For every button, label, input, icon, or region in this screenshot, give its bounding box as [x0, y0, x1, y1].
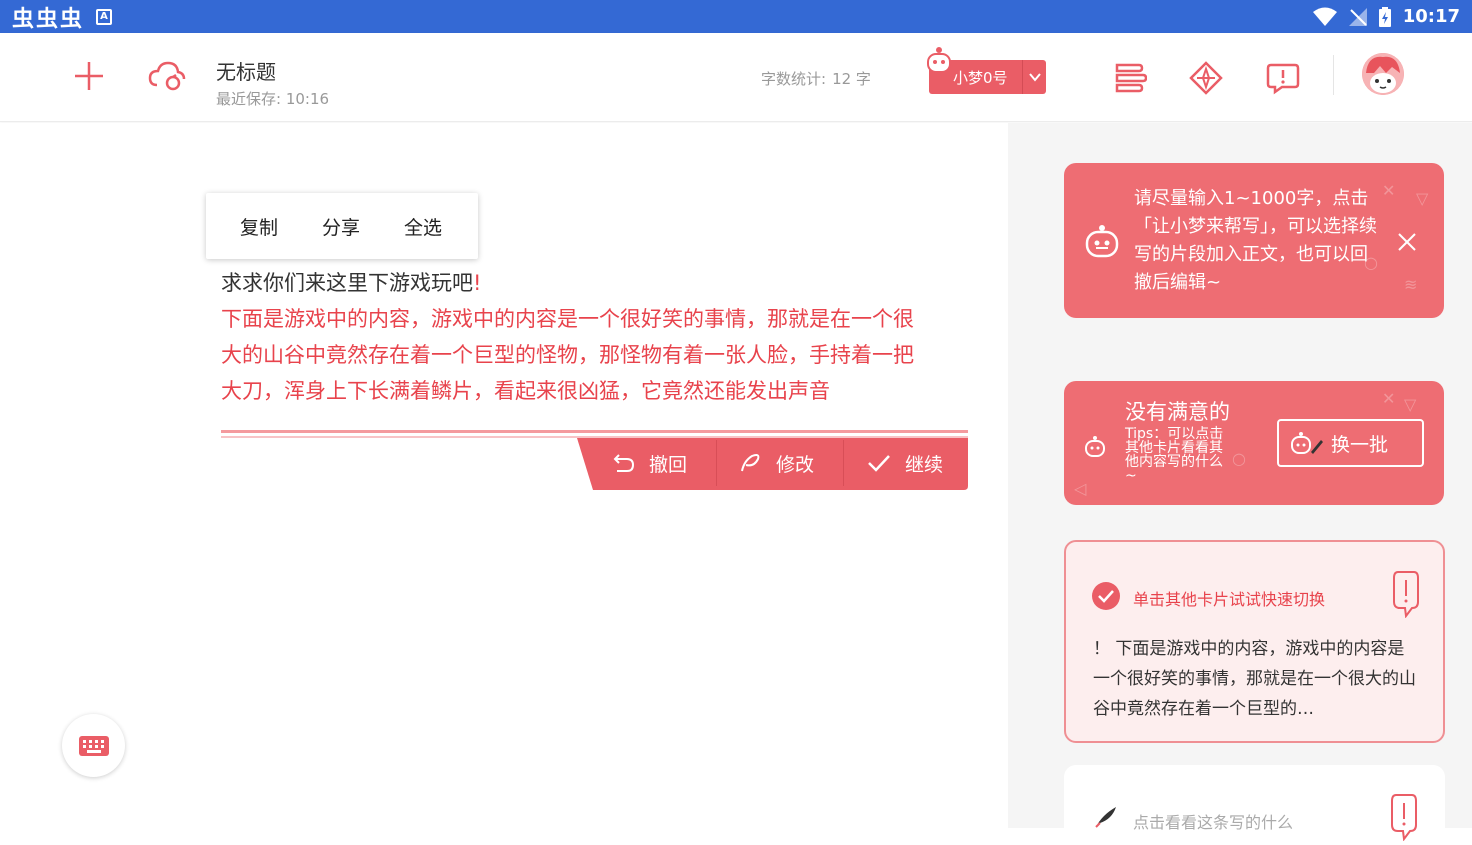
user-text-line[interactable]: 求求你们来这里下游戏玩吧! [221, 265, 961, 301]
usage-tip-card: ✕ ▽ ○ ≋ 请尽量输入1~1000字，点击「让小梦来帮写」，可以选择续写的片… [1064, 163, 1444, 318]
close-icon[interactable] [1396, 231, 1418, 253]
battery-icon [1378, 6, 1391, 27]
generated-line-3[interactable]: 大刀，浑身上下长满着鳞片，看起来很凶猛，它竟然还能发出声音 [221, 373, 961, 409]
list-layout-icon[interactable] [1113, 61, 1147, 95]
text-context-menu: 复制 分享 全选 [206, 193, 478, 259]
continue-label: 继续 [905, 453, 944, 476]
chevron-down-icon[interactable] [1028, 70, 1042, 84]
robot-icon [1085, 225, 1119, 258]
top-toolbar: 无标题 最近保存: 10:16 字数统计: 12 字 小梦0号 [0, 33, 1472, 122]
wifi-icon [1312, 7, 1337, 26]
view-hint: 点击看看这条写的什么 [1133, 813, 1294, 832]
exclaim-bubble-icon[interactable] [1390, 793, 1418, 841]
suggestion-text: ！ 下面是游戏中的内容，游戏中的内容是一个很好笑的事情，那就是在一个很大的山谷中… [1093, 639, 1416, 719]
robot-button-divider [1022, 60, 1023, 94]
sparkle-decoration-icon: ✕ [1382, 181, 1396, 200]
generated-divider [221, 430, 968, 433]
word-count: 字数统计: 12 字 [761, 68, 871, 89]
keyboard-icon [78, 735, 109, 756]
robot-name: 小梦0号 [953, 69, 1008, 87]
word-count-label: 字数统计: [761, 70, 827, 88]
tip-text: 请尽量输入1~1000字，点击「让小梦来帮写」，可以选择续写的片段加入正文，也可… [1134, 188, 1377, 293]
a-notification-icon: A [96, 8, 113, 25]
edit-button[interactable]: 修改 [740, 438, 814, 488]
editor-area: 复制 分享 全选 求求你们来这里下游戏玩吧! 下面是游戏中的内容，游戏中的内容是… [0, 123, 1008, 828]
batch-card-tips: Tips：可以点击其他卡片看看其他内容写的什么~ [1125, 426, 1224, 484]
exclaim-bubble-icon[interactable] [1392, 570, 1420, 618]
status-bar-right: 10:17 [1312, 6, 1460, 27]
check-icon [868, 455, 890, 472]
no-signal-icon [1348, 7, 1367, 26]
refresh-batch-button[interactable]: 换一批 [1277, 419, 1424, 467]
check-circle-icon [1092, 582, 1120, 610]
select-all-menu-item[interactable]: 全选 [404, 213, 442, 240]
edit-label: 修改 [776, 453, 815, 476]
feedback-icon[interactable] [1266, 61, 1300, 95]
add-icon[interactable] [72, 59, 106, 93]
triangle-decoration-icon: ◁ [1074, 479, 1087, 498]
robot-pen-icon [1291, 432, 1323, 454]
avatar-face-icon [1362, 53, 1404, 95]
compass-icon[interactable] [1189, 61, 1223, 95]
toolbar-divider [1333, 55, 1334, 95]
status-bar-left: 虫虫虫 A [12, 1, 113, 33]
cloud-sync-icon[interactable] [148, 59, 186, 93]
triangle-decoration-icon: ▽ [1416, 189, 1429, 208]
word-count-value: 12 字 [832, 70, 871, 88]
refresh-batch-card: ✕ ▽ ○ ◁ 没有满意的 Tips：可以点击其他卡片看看其他内容写的什么~ 换… [1064, 381, 1444, 505]
generation-action-bar: 撤回 修改 继续 [577, 438, 968, 490]
quill-icon [1095, 807, 1116, 828]
status-time: 10:17 [1402, 6, 1460, 27]
keyboard-button[interactable] [62, 714, 125, 777]
document-title[interactable]: 无标题 [216, 56, 276, 85]
undo-button[interactable]: 撤回 [613, 438, 687, 488]
avatar[interactable] [1362, 53, 1404, 95]
sparkle-decoration-icon: ✕ [1382, 389, 1396, 408]
editor-text[interactable]: 求求你们来这里下游戏玩吧! 下面是游戏中的内容，游戏中的内容是一个很好笑的事情，… [221, 265, 961, 409]
robot-selector-button[interactable]: 小梦0号 [927, 47, 1046, 94]
batch-card-title: 没有满意的 [1125, 400, 1230, 424]
pen-icon [741, 454, 760, 472]
zigzag-decoration-icon: ≋ [1404, 275, 1418, 294]
circle-decoration-icon: ○ [1232, 449, 1246, 468]
suggestion-panel: ✕ ▽ ○ ≋ 请尽量输入1~1000字，点击「让小梦来帮写」，可以选择续写的片… [1008, 123, 1472, 845]
action-bar-divider [716, 440, 717, 486]
undo-label: 撤回 [649, 453, 688, 476]
generated-line-1[interactable]: 下面是游戏中的内容，游戏中的内容是一个很好笑的事情，那就是在一个很 [221, 301, 961, 337]
generated-line-2[interactable]: 大的山谷中竟然存在着一个巨型的怪物，那怪物有着一张人脸，手持着一把 [221, 337, 961, 373]
notification-icons: 虫虫虫 [12, 6, 85, 32]
user-text: 求求你们来这里下游戏玩吧 [221, 271, 473, 295]
undo-icon [613, 454, 635, 472]
user-text-mark: ! [473, 271, 482, 295]
suggestion-card-selected[interactable]: 单击其他卡片试试快速切换 ！ 下面是游戏中的内容，游戏中的内容是一个很好笑的事情… [1064, 540, 1445, 743]
status-bar: 虫虫虫 A 10:17 [0, 0, 1472, 33]
suggestion-card[interactable]: 点击看看这条写的什么 [1064, 765, 1445, 845]
copy-menu-item[interactable]: 复制 [240, 213, 278, 240]
triangle-decoration-icon: ▽ [1404, 395, 1417, 414]
last-saved-time: 最近保存: 10:16 [216, 90, 330, 108]
switch-hint: 单击其他卡片试试快速切换 [1133, 590, 1326, 609]
robot-icon [1085, 436, 1105, 457]
robot-head-icon [927, 47, 951, 73]
continue-button[interactable]: 继续 [867, 438, 943, 488]
refresh-batch-label: 换一批 [1331, 433, 1389, 456]
share-menu-item[interactable]: 分享 [322, 213, 360, 240]
action-bar-divider [843, 440, 844, 486]
